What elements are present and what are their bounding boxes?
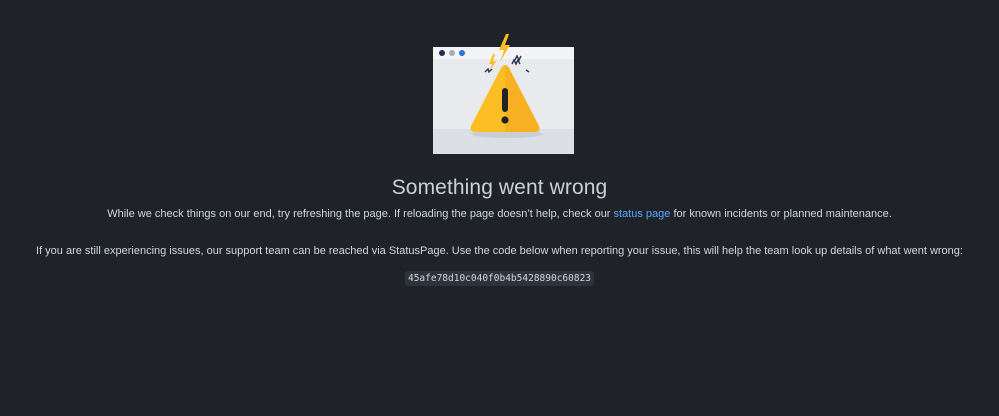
error-code-wrapper: 45afe78d10c040f0b4b5428890c60823 <box>0 268 999 286</box>
refresh-instructions: While we check things on our end, try re… <box>0 208 999 220</box>
error-title: Something went wrong <box>391 176 608 199</box>
error-code: 45afe78d10c040f0b4b5428890c60823 <box>404 271 595 286</box>
status-page-link[interactable]: status page <box>614 208 671 220</box>
refresh-instructions-tail: for known incidents or planned maintenan… <box>670 208 892 220</box>
error-page: Something went wrong While we check thin… <box>0 0 999 416</box>
refresh-instructions-text: While we check things on our end, try re… <box>107 208 614 220</box>
warning-illustration <box>433 34 574 154</box>
support-instructions: If you are still experiencing issues, ou… <box>36 245 963 257</box>
